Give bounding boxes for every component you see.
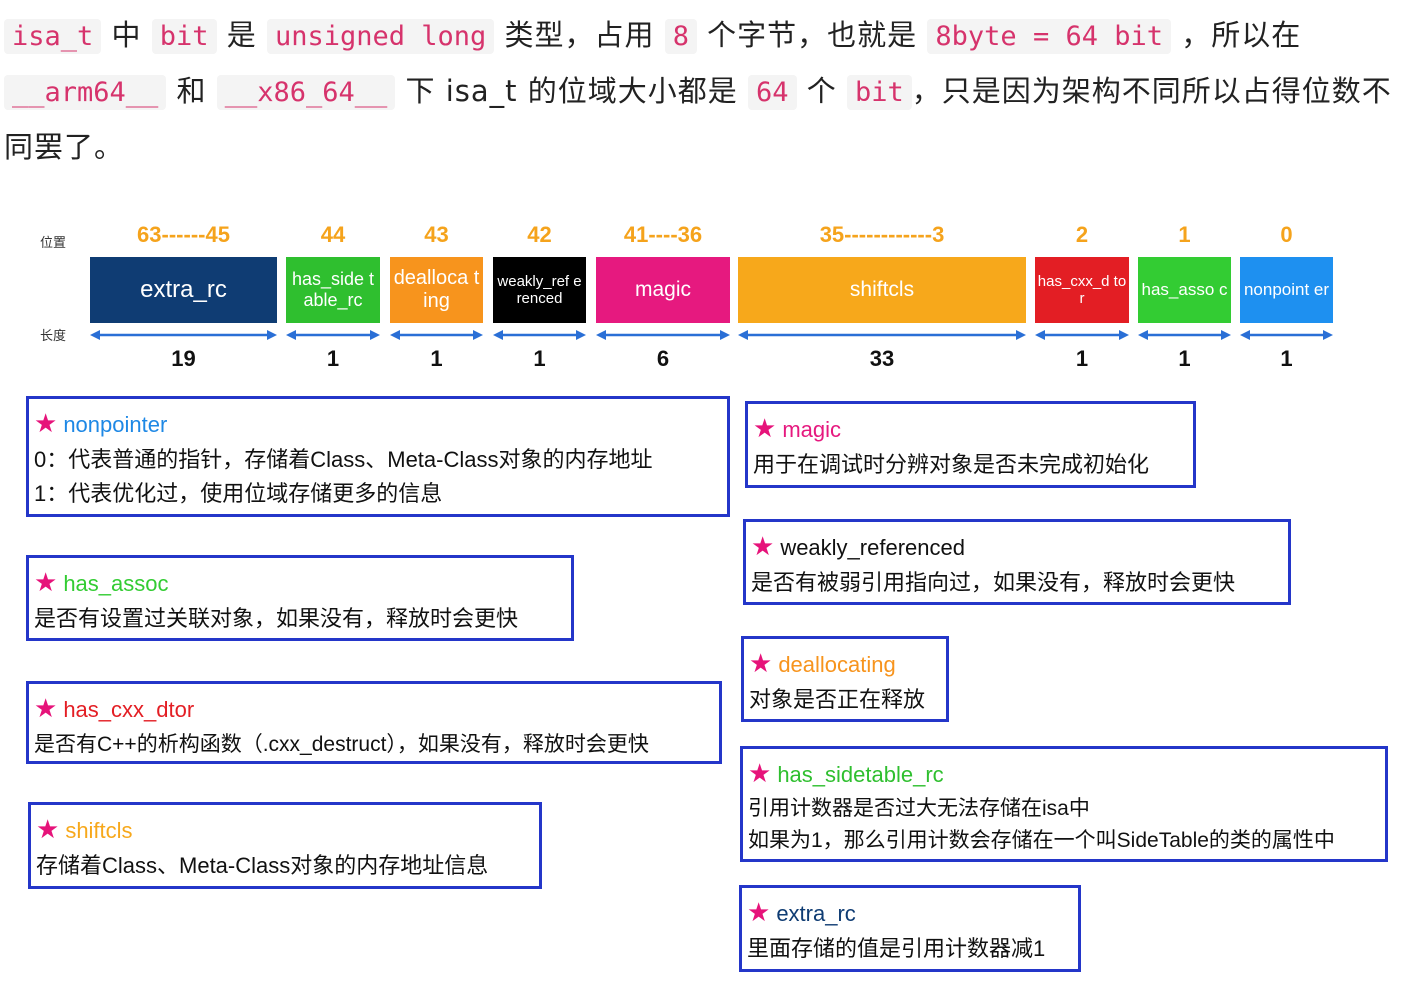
box-title: ★ has_assoc xyxy=(34,567,169,597)
desc-box-extra-rc: ★ extra_rc 里面存储的值是引用计数器减1 xyxy=(739,885,1081,972)
field-has-sidetable-rc: has_side table_rc xyxy=(286,257,380,323)
star-icon: ★ xyxy=(36,814,60,844)
paragraph-text: 中 xyxy=(101,18,152,52)
star-icon: ★ xyxy=(34,408,58,438)
box-line: 是否有被弱引用指向过，如果没有，释放时会更快 xyxy=(751,570,1236,595)
box-line: 1：代表优化过，使用位域存储更多的信息 xyxy=(34,481,443,506)
box-line: 0：代表普通的指针，存储着Class、Meta-Class对象的内存地址 xyxy=(34,447,653,472)
field-extra-rc: extra_rc xyxy=(90,257,277,323)
star-icon: ★ xyxy=(34,567,58,597)
field-length: 1 xyxy=(326,346,340,371)
star-icon: ★ xyxy=(747,897,771,927)
field-has-assoc: has_asso c xyxy=(1138,257,1231,323)
box-title: ★ nonpointer xyxy=(34,408,168,438)
field-position: 43 xyxy=(424,222,449,247)
inline-code: __x86_64__ xyxy=(216,75,396,110)
position-row-label: 位置 xyxy=(40,236,67,251)
field-length: 33 xyxy=(869,346,895,371)
box-line: 是否有C++的析构函数（.cxx_destruct），如果没有，释放时会更快 xyxy=(34,733,649,756)
length-arrow xyxy=(493,330,586,340)
field-position: 2 xyxy=(1075,222,1089,247)
box-line: 用于在调试时分辨对象是否未完成初始化 xyxy=(753,452,1150,477)
box-title: ★ deallocating xyxy=(749,648,896,678)
desc-box-shiftcls: ★ shiftcls 存储着Class、Meta-Class对象的内存地址信息 xyxy=(28,802,542,889)
paragraph-text: 是 xyxy=(216,18,267,52)
length-arrow xyxy=(286,330,380,340)
star-icon: ★ xyxy=(753,413,777,443)
box-title: ★ weakly_referenced xyxy=(751,531,965,561)
field-length: 1 xyxy=(1075,346,1089,371)
inline-code: bit xyxy=(846,75,912,110)
paragraph-text: 个 xyxy=(796,74,847,108)
star-icon: ★ xyxy=(748,758,772,788)
field-has-cxx-dtor: has_cxx_d tor xyxy=(1035,257,1129,323)
box-title: ★ extra_rc xyxy=(747,897,856,927)
box-title: ★ has_cxx_dtor xyxy=(34,693,195,723)
desc-box-weakly-referenced: ★ weakly_referenced 是否有被弱引用指向过，如果没有，释放时会更… xyxy=(743,519,1291,605)
length-arrow xyxy=(1240,330,1333,340)
field-length: 1 xyxy=(533,346,546,371)
paragraph-text: 类型，占用 xyxy=(494,18,665,52)
length-row-label: 长度 xyxy=(40,329,67,344)
inline-code: unsigned long xyxy=(266,19,495,54)
box-title: ★ magic xyxy=(753,413,841,443)
field-deallocating: dealloca ting xyxy=(390,257,483,323)
inline-code: 8byte = 64 bit xyxy=(927,19,1171,54)
paragraph-text: 和 xyxy=(166,74,217,108)
field-position: 44 xyxy=(320,222,346,247)
intro-paragraph: isa_t 中 bit 是 unsigned long 类型，占用 8 个字节，… xyxy=(4,8,1396,175)
field-shiftcls: shiftcls xyxy=(738,257,1026,323)
inline-code: 8 xyxy=(664,19,697,54)
field-position: 0 xyxy=(1280,222,1293,247)
field-position: 41----36 xyxy=(623,222,703,247)
inline-code: bit xyxy=(151,19,217,54)
inline-code: __arm64__ xyxy=(4,75,167,110)
box-line: 是否有设置过关联对象，如果没有，释放时会更快 xyxy=(34,606,519,631)
star-icon: ★ xyxy=(751,531,775,561)
length-arrow xyxy=(596,330,730,340)
field-position: 63------45 xyxy=(137,222,230,247)
inline-code: isa_t xyxy=(4,19,102,54)
paragraph-text: 个字节，也就是 xyxy=(696,18,928,52)
field-weakly-referenced: weakly_ref erenced xyxy=(493,257,586,323)
star-icon: ★ xyxy=(749,648,773,678)
length-arrow xyxy=(90,330,277,340)
desc-box-magic: ★ magic 用于在调试时分辨对象是否未完成初始化 xyxy=(745,401,1196,488)
field-magic: magic xyxy=(596,257,730,323)
box-line: 如果为1，那么引用计数会存储在一个叫SideTable的类的属性中 xyxy=(748,829,1335,852)
length-arrow xyxy=(1138,330,1231,340)
box-line: 对象是否正在释放 xyxy=(749,687,926,712)
field-position: 35------------3 xyxy=(819,222,945,247)
field-length: 1 xyxy=(1178,346,1191,371)
length-arrow xyxy=(390,330,483,340)
desc-box-deallocating: ★ deallocating 对象是否正在释放 xyxy=(741,636,949,722)
inline-code: 64 xyxy=(748,75,797,110)
box-line: 存储着Class、Meta-Class对象的内存地址信息 xyxy=(36,853,489,878)
box-line: 引用计数器是否过大无法存储在isa中 xyxy=(748,797,1090,820)
field-position: 1 xyxy=(1178,222,1191,247)
field-position: 42 xyxy=(527,222,552,247)
desc-box-has-cxx-dtor: ★ has_cxx_dtor 是否有C++的析构函数（.cxx_destruct）… xyxy=(26,681,722,764)
length-arrow xyxy=(1035,330,1129,340)
box-title: ★ has_sidetable_rc xyxy=(748,758,944,788)
star-icon: ★ xyxy=(34,693,58,723)
paragraph-text: 下 isa_t 的位域大小都是 xyxy=(395,74,748,108)
field-nonpointer: nonpoint er xyxy=(1240,257,1333,323)
box-line: 里面存储的值是引用计数器减1 xyxy=(747,936,1046,961)
desc-box-has-assoc: ★ has_assoc 是否有设置过关联对象，如果没有，释放时会更快 xyxy=(26,555,574,641)
desc-box-nonpointer: ★ nonpointer 0：代表普通的指针，存储着Class、Meta-Clas… xyxy=(26,396,730,517)
field-length: 6 xyxy=(656,346,670,371)
length-arrow xyxy=(738,330,1026,340)
paragraph-text: ，所以在 xyxy=(1170,18,1302,52)
field-length: 1 xyxy=(430,346,443,371)
field-length: 1 xyxy=(1280,346,1293,371)
box-title: ★ shiftcls xyxy=(36,814,133,844)
desc-box-has-sidetable-rc: ★ has_sidetable_rc 引用计数器是否过大无法存储在isa中 如果为… xyxy=(740,746,1388,862)
field-length: 19 xyxy=(171,346,196,371)
